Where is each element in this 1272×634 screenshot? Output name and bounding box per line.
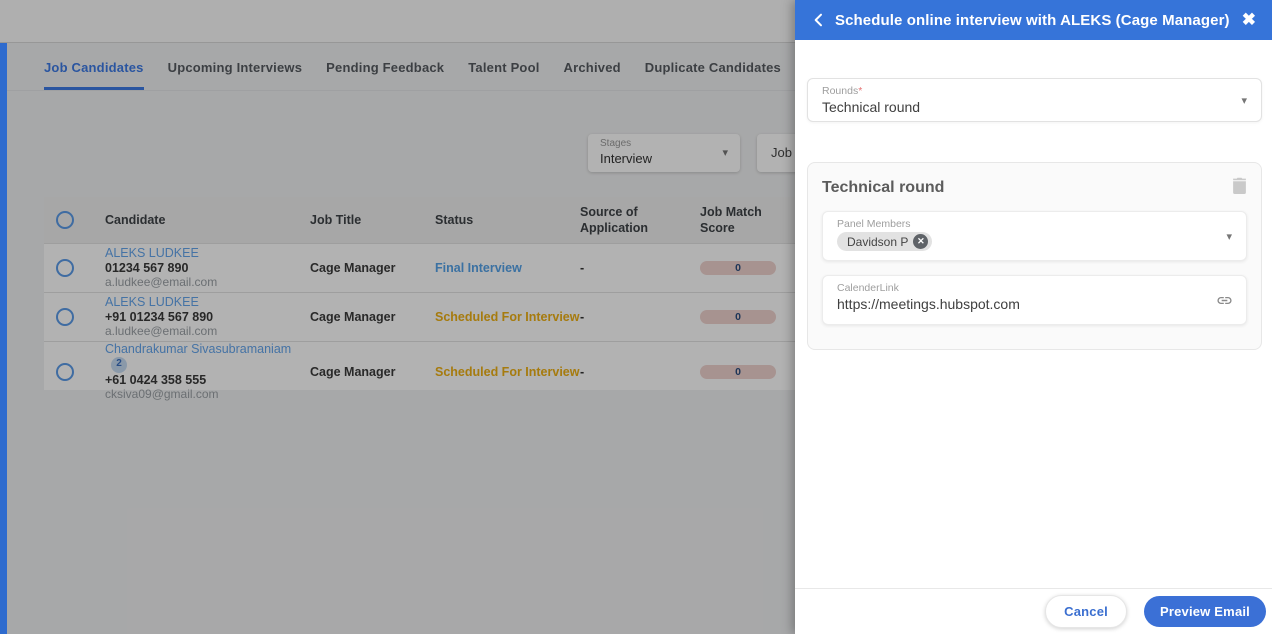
app-sidebar-edge <box>0 43 7 634</box>
technical-round-card: Technical round Panel Members Davidson P… <box>807 162 1262 350</box>
drawer-footer: Cancel Preview Email <box>795 588 1272 634</box>
preview-email-button[interactable]: Preview Email <box>1143 596 1266 627</box>
schedule-interview-drawer: Schedule online interview with ALEKS (Ca… <box>795 0 1272 634</box>
round-card-title: Technical round <box>822 179 945 196</box>
required-asterisk: * <box>858 85 863 97</box>
chip-remove-icon[interactable]: ✕ <box>913 234 929 249</box>
calendar-link-value: https://meetings.hubspot.com <box>837 296 1020 312</box>
chevron-down-icon: ▾ <box>1226 231 1232 243</box>
rounds-value: Technical round <box>822 99 921 115</box>
panel-member-chip: Davidson P ✕ <box>837 232 933 251</box>
rounds-label: Rounds <box>822 85 859 97</box>
chevron-down-icon: ▾ <box>1241 95 1247 107</box>
drawer-header: Schedule online interview with ALEKS (Ca… <box>795 0 1272 40</box>
trash-icon[interactable] <box>1232 177 1247 199</box>
panel-members-label: Panel Members <box>837 218 911 230</box>
rounds-dropdown[interactable]: Rounds* Technical round ▾ <box>807 78 1262 122</box>
calendar-link-label: CalenderLink <box>837 282 899 294</box>
drawer-title: Schedule online interview with ALEKS (Ca… <box>835 11 1230 29</box>
link-icon <box>1216 292 1233 314</box>
calendar-link-field[interactable]: CalenderLink https://meetings.hubspot.co… <box>822 275 1247 325</box>
cancel-button[interactable]: Cancel <box>1045 595 1127 628</box>
panel-members-dropdown[interactable]: Panel Members Davidson P ✕ ▾ <box>822 211 1247 261</box>
panel-member-chip-label: Davidson P <box>847 234 909 249</box>
close-icon[interactable]: ✖ <box>1240 10 1258 30</box>
back-chevron-icon[interactable] <box>811 11 829 29</box>
